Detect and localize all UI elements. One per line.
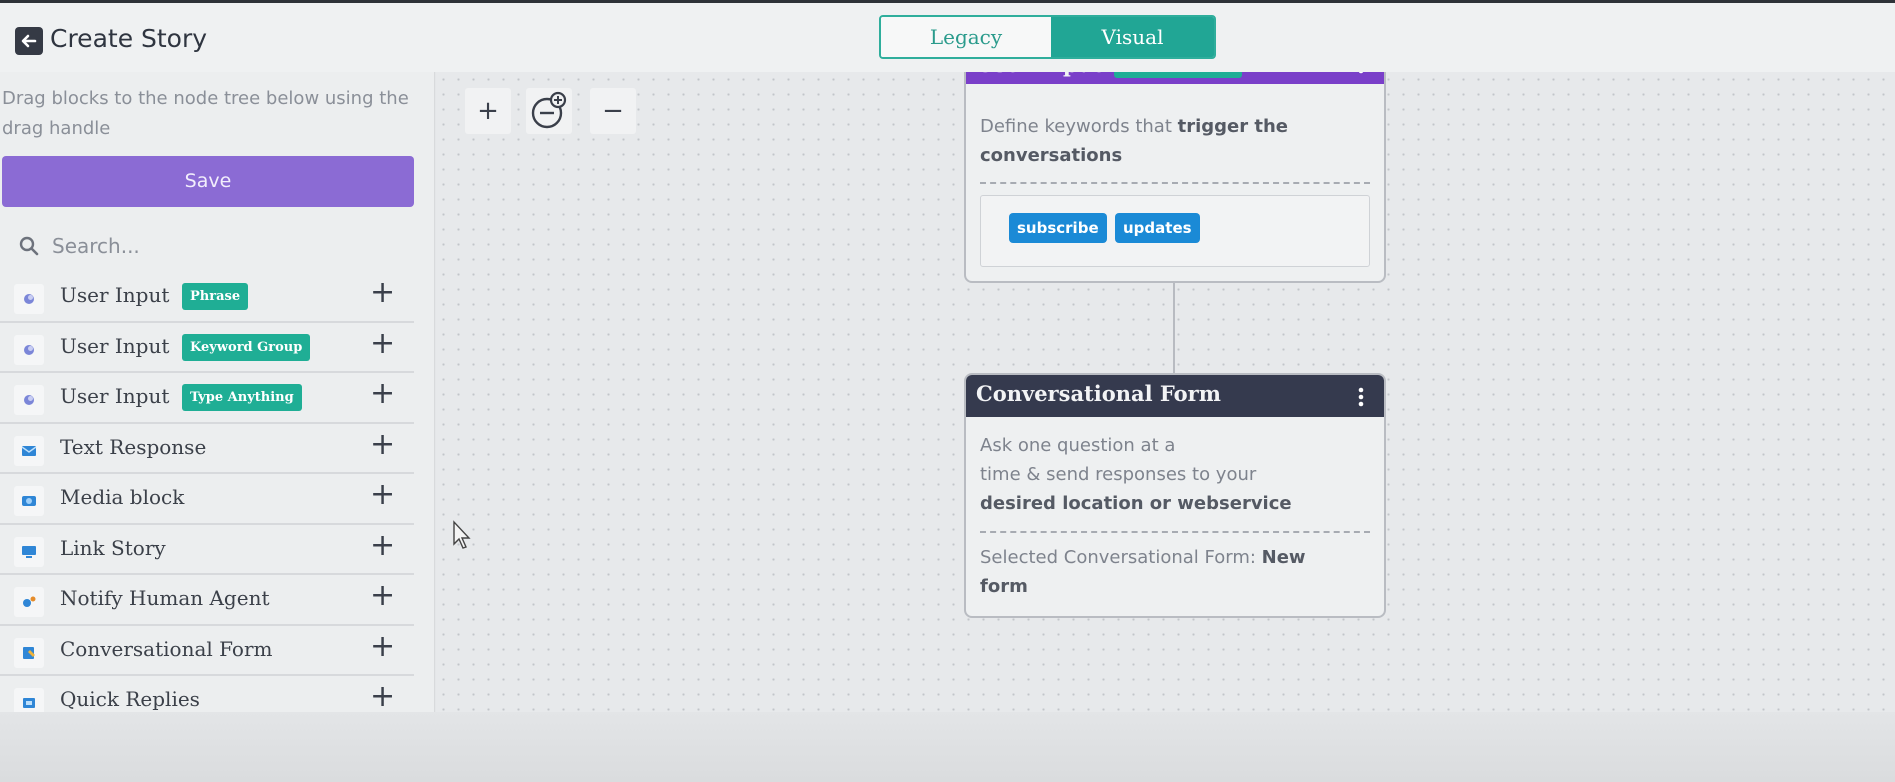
add-block-button[interactable]: + <box>370 682 395 712</box>
selected-form-info: Selected Conversational Form: New form <box>980 547 1306 597</box>
user-input-icon <box>14 334 44 365</box>
block-label: Quick Replies <box>60 687 200 711</box>
node-divider <box>980 182 1370 184</box>
zoom-fit-button[interactable] <box>526 88 572 134</box>
search-icon <box>19 236 39 256</box>
add-block-button[interactable]: + <box>370 480 395 510</box>
text-response-icon <box>14 435 44 466</box>
arrow-left-icon <box>21 34 37 48</box>
notify-agent-icon <box>14 587 44 617</box>
node-divider <box>980 531 1370 533</box>
block-search <box>2 224 414 268</box>
more-options-icon[interactable] <box>1358 387 1364 407</box>
add-block-button[interactable]: + <box>370 530 395 561</box>
block-label: Conversational Form <box>60 636 273 661</box>
block-item-conversational-form[interactable]: Conversational Form + <box>0 626 414 676</box>
block-item-notify-human-agent[interactable]: Notify Human Agent + <box>0 575 414 626</box>
block-tag-badge: Keyword Group <box>182 333 311 361</box>
node-title: Conversational Form <box>976 381 1221 406</box>
user-input-node[interactable]: User Input Keyword Group Define keywords… <box>964 40 1386 283</box>
add-block-button[interactable]: + <box>370 278 395 308</box>
block-sidebar: Drag blocks to the node tree below using… <box>0 72 435 769</box>
node-title: User Input <box>976 52 1103 77</box>
keyword-chip[interactable]: updates <box>1115 213 1200 243</box>
block-item-user-input-keyword-group[interactable]: User Input Keyword Group + <box>0 323 414 373</box>
zoom-in-button[interactable]: + <box>465 88 511 134</box>
back-button[interactable] <box>15 27 43 55</box>
search-input[interactable] <box>52 228 392 264</box>
media-icon <box>14 486 44 516</box>
block-label: Text Response <box>60 434 207 459</box>
mouse-cursor-icon <box>453 520 471 549</box>
block-item-media-block[interactable]: Media block + <box>0 474 414 525</box>
bottom-area <box>0 712 1895 782</box>
block-tag-badge: Type Anything <box>182 384 302 411</box>
node-connector <box>1173 283 1175 373</box>
block-item-link-story[interactable]: Link Story + <box>0 525 414 575</box>
block-label: Link Story <box>60 535 166 560</box>
block-list: User Input Phrase + User Input Keyword G… <box>0 272 414 777</box>
node-description: Ask one question at a time & send respon… <box>980 435 1292 514</box>
node-tag-badge: Keyword Group <box>1114 54 1243 78</box>
user-input-icon <box>14 385 44 415</box>
add-block-button[interactable]: + <box>370 328 395 359</box>
block-label: User Input <box>60 333 170 358</box>
block-item-user-input-phrase[interactable]: User Input Phrase + <box>0 272 414 323</box>
user-input-icon <box>14 284 44 314</box>
form-icon <box>14 637 44 668</box>
drag-hint-text: Drag blocks to the node tree below using… <box>2 88 409 139</box>
node-header: Conversational Form <box>966 375 1384 417</box>
keyword-chip[interactable]: subscribe <box>1009 213 1107 243</box>
block-item-user-input-type-anything[interactable]: User Input Type Anything + <box>0 373 414 424</box>
block-label: Notify Human Agent <box>60 586 270 610</box>
block-item-text-response[interactable]: Text Response + <box>0 424 414 474</box>
node-description: Define keywords that trigger the convers… <box>980 116 1289 166</box>
add-block-button[interactable]: + <box>370 631 395 662</box>
add-block-button[interactable]: + <box>370 581 395 611</box>
page-title: Create Story <box>50 24 208 53</box>
link-story-icon <box>14 536 44 567</box>
zoom-fit-icon <box>531 91 567 129</box>
block-label: User Input <box>60 384 170 408</box>
node-header: User Input Keyword Group <box>966 42 1384 84</box>
keyword-list: subscribe updates <box>980 195 1370 267</box>
top-bar: Create Story Legacy Builder Visual Build… <box>0 0 1895 72</box>
conversational-form-node[interactable]: Conversational Form Ask one question at … <box>964 373 1386 618</box>
add-block-button[interactable]: + <box>370 429 395 460</box>
add-block-button[interactable]: + <box>370 379 395 409</box>
save-button[interactable]: Save <box>2 156 414 207</box>
block-label: User Input <box>60 283 170 307</box>
block-tag-badge: Phrase <box>182 283 249 310</box>
more-options-icon[interactable] <box>1358 54 1364 74</box>
zoom-out-button[interactable]: − <box>590 88 636 134</box>
block-label: Media block <box>60 485 185 509</box>
